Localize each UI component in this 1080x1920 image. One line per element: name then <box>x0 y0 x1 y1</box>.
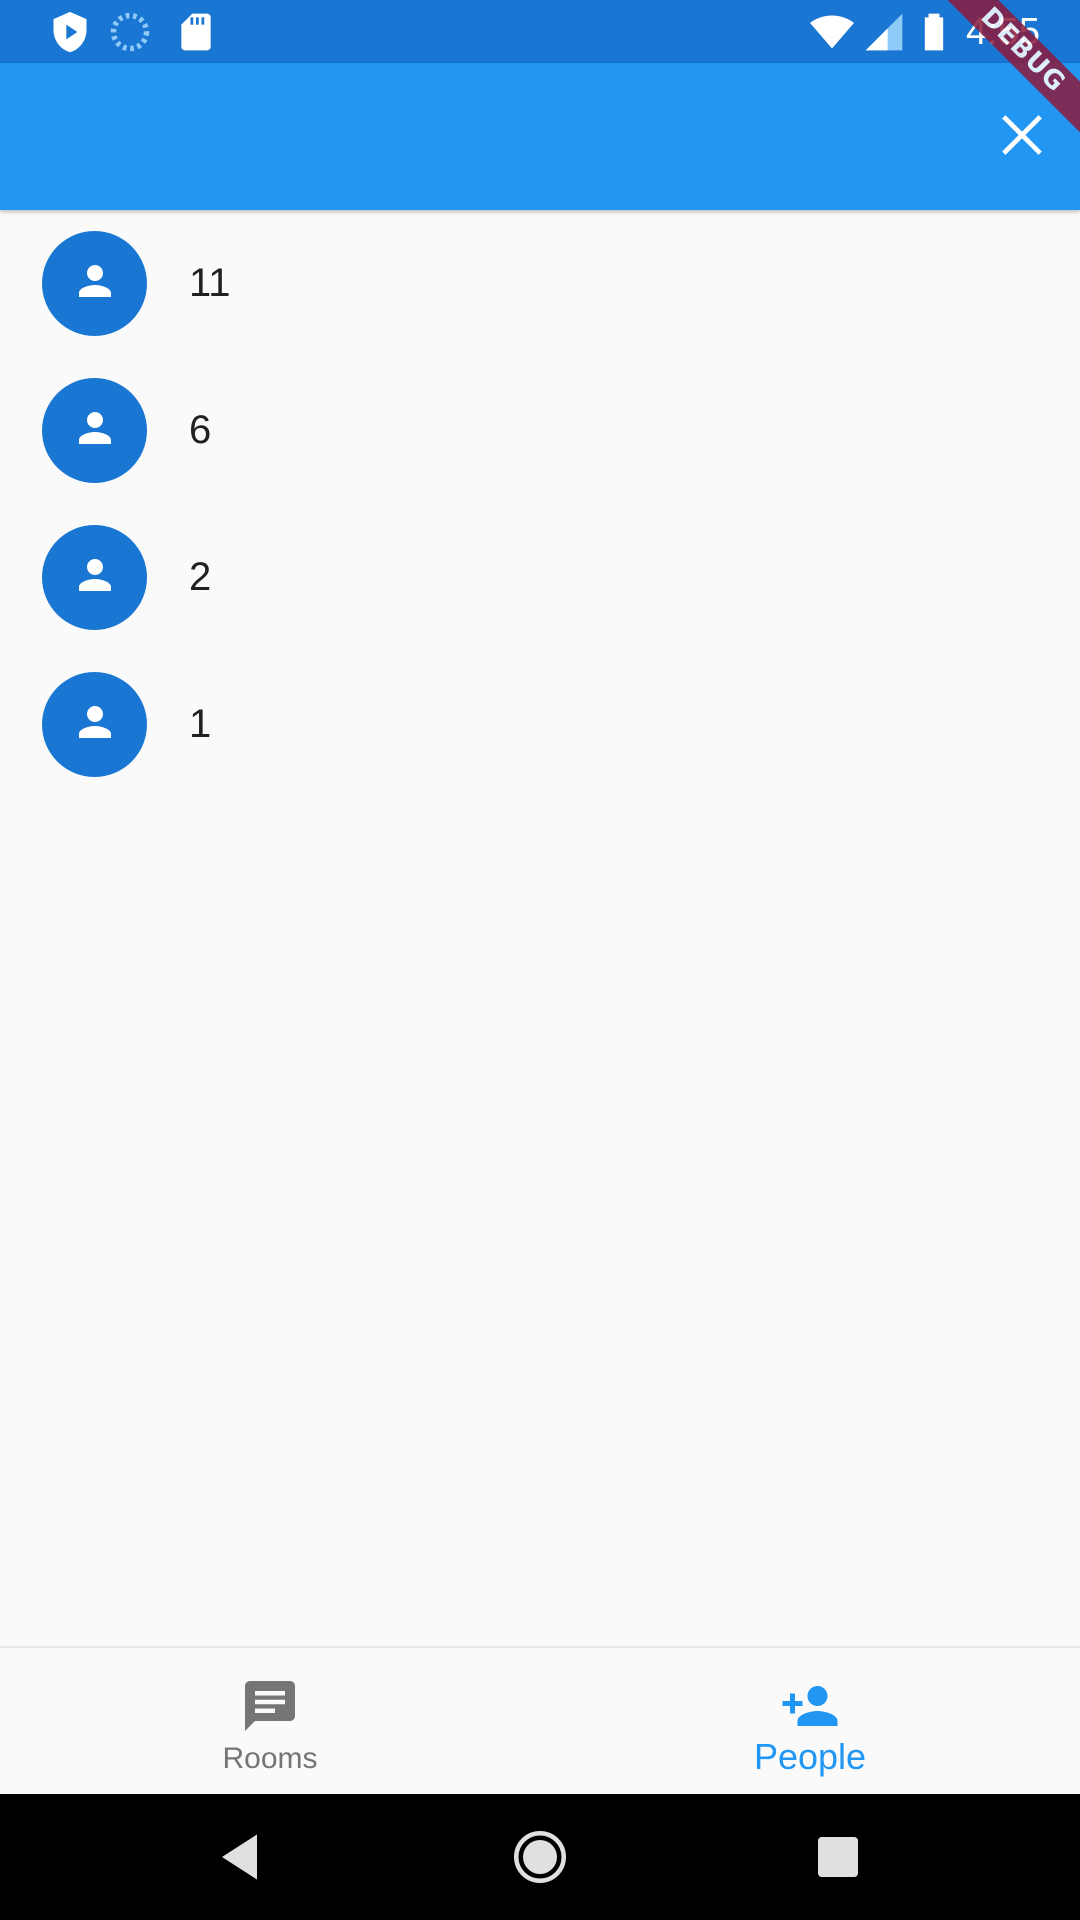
nav-item-rooms[interactable]: Rooms <box>0 1648 540 1796</box>
sd-card-icon <box>174 10 218 54</box>
avatar <box>42 378 147 483</box>
status-bar: 4:55 <box>0 0 1080 63</box>
chat-icon <box>240 1676 300 1736</box>
list-item[interactable]: 6 <box>0 357 1080 504</box>
app-bar <box>0 63 1080 210</box>
close-icon <box>1000 113 1044 162</box>
person-icon <box>71 257 119 310</box>
back-icon[interactable] <box>212 1827 272 1887</box>
bottom-navigation: Rooms People <box>0 1646 1080 1796</box>
home-icon[interactable] <box>510 1827 570 1887</box>
list-item-label: 1 <box>189 702 212 746</box>
signal-icon <box>862 10 906 54</box>
person-icon <box>71 698 119 751</box>
list-item-label: 6 <box>189 408 212 452</box>
avatar <box>42 231 147 336</box>
wifi-icon <box>810 10 854 54</box>
person-icon <box>71 404 119 457</box>
avatar <box>42 525 147 630</box>
battery-icon <box>912 10 956 54</box>
system-navigation-bar <box>0 1794 1080 1920</box>
nav-label-rooms: Rooms <box>222 1742 318 1775</box>
close-button[interactable] <box>988 103 1056 171</box>
play-protect-icon <box>48 10 92 54</box>
list-item-label: 2 <box>189 555 212 599</box>
avatar <box>42 672 147 777</box>
list-item[interactable]: 11 <box>0 210 1080 357</box>
list-item[interactable]: 1 <box>0 651 1080 798</box>
nav-item-people[interactable]: People <box>540 1648 1080 1796</box>
person-add-icon <box>780 1676 840 1736</box>
list-item[interactable]: 2 <box>0 504 1080 651</box>
recents-icon[interactable] <box>808 1827 868 1887</box>
nav-label-people: People <box>753 1736 867 1777</box>
people-list: 11 6 2 1 <box>0 210 1080 798</box>
list-item-label: 11 <box>189 261 231 305</box>
person-icon <box>71 551 119 604</box>
sync-icon <box>108 10 152 54</box>
